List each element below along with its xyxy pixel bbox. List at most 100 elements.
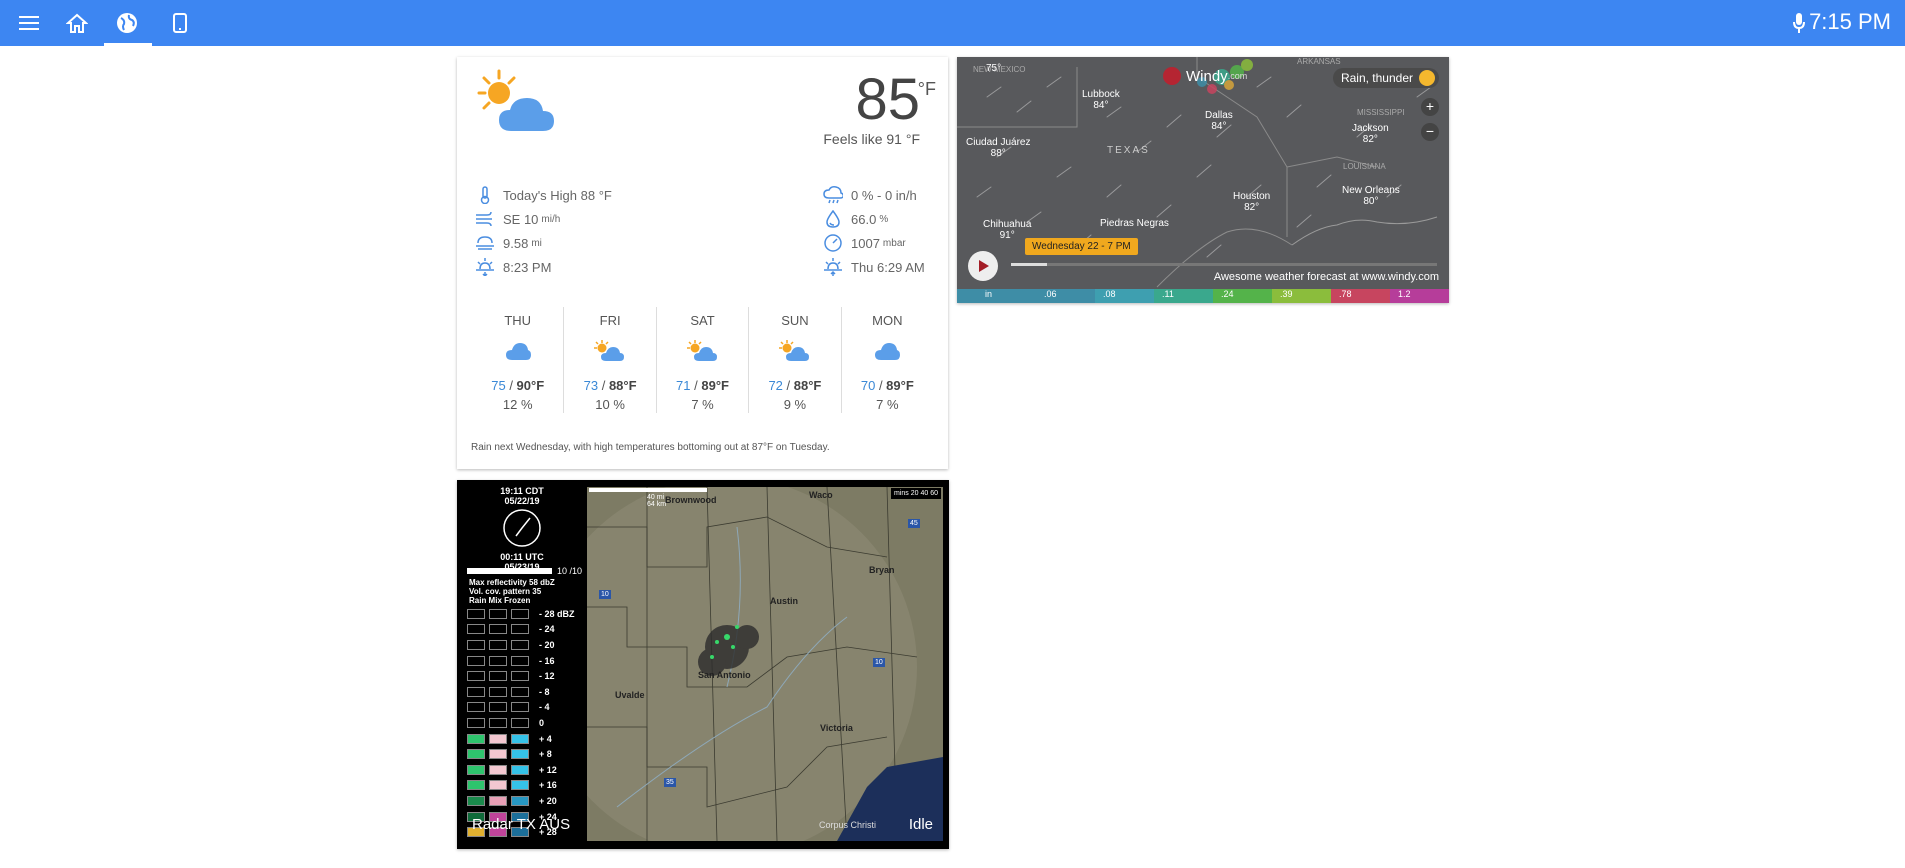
legend-label: - 28 dBZ bbox=[539, 608, 575, 619]
city-label: Bryan bbox=[869, 565, 895, 575]
zoom-in-button[interactable]: + bbox=[1421, 98, 1439, 116]
play-button[interactable] bbox=[968, 251, 998, 281]
city-label: Corpus Christi bbox=[819, 820, 877, 830]
city-label: Chihuahua 91° bbox=[983, 219, 1032, 241]
forecast-day: SAT 71 / 89°F 7 % bbox=[657, 307, 750, 413]
home-icon[interactable] bbox=[64, 10, 90, 36]
city-label: Brownwood bbox=[665, 495, 717, 505]
legend-row: + 20 bbox=[467, 793, 587, 809]
top-app-bar: 7:15 PM bbox=[0, 0, 1905, 46]
speed-scale: mins 20 40 60 bbox=[891, 488, 941, 499]
legend-swatch bbox=[511, 686, 529, 697]
distance-scale-bar bbox=[589, 488, 707, 492]
legend-label: - 16 bbox=[539, 655, 555, 666]
legend-swatch bbox=[467, 655, 485, 666]
legend-label: - 4 bbox=[539, 702, 550, 713]
menu-icon[interactable] bbox=[16, 10, 42, 36]
legend-row: + 16 bbox=[467, 778, 587, 794]
globe-icon[interactable] bbox=[114, 10, 140, 36]
legend-swatch bbox=[489, 608, 507, 619]
phone-icon[interactable] bbox=[167, 10, 193, 36]
radar-map[interactable]: 19:11 CDT 05/22/19 00:11 UTC 05/23/19 10 /… bbox=[457, 480, 949, 849]
windy-map[interactable]: Windy .com Rain, thunder + − TEXAS MISSIS… bbox=[957, 57, 1449, 303]
legend-label: 0 bbox=[539, 717, 545, 728]
legend-label: + 8 bbox=[539, 749, 552, 760]
layer-selector[interactable]: Rain, thunder bbox=[1332, 68, 1439, 88]
windy-logo-icon bbox=[1163, 67, 1181, 85]
legend-row: - 24 bbox=[467, 622, 587, 638]
precip-scale: in .06 .08 .11 .24 .39 .78 1.2 bbox=[957, 289, 1449, 303]
legend-swatch bbox=[489, 733, 507, 744]
legend-swatch bbox=[467, 795, 485, 806]
windy-logo[interactable]: Windy .com bbox=[1163, 67, 1247, 85]
legend-swatch bbox=[489, 780, 507, 791]
timeline-track[interactable] bbox=[1011, 263, 1437, 266]
city-label: Uvalde bbox=[615, 690, 645, 700]
timeline-label[interactable]: Wednesday 22 - 7 PM bbox=[1025, 238, 1138, 255]
city-label: Lubbock 84° bbox=[1082, 89, 1120, 111]
legend-label: - 12 bbox=[539, 671, 555, 682]
city-label: Jackson 82° bbox=[1352, 123, 1389, 145]
highway-shield: 10 bbox=[599, 590, 611, 599]
legend-swatch bbox=[467, 780, 485, 791]
legend-swatch bbox=[511, 764, 529, 775]
legend-swatch bbox=[467, 733, 485, 744]
legend-row: + 8 bbox=[467, 746, 587, 762]
pressure-icon bbox=[823, 233, 843, 253]
legend-row: - 12 bbox=[467, 668, 587, 684]
distance-scale: 40 mi 64 km bbox=[647, 494, 667, 508]
partly-sunny-icon bbox=[564, 334, 655, 368]
forecast-summary: Rain next Wednesday, with high temperatu… bbox=[471, 442, 830, 453]
legend-label: + 4 bbox=[539, 733, 552, 744]
city-label: Waco bbox=[809, 490, 833, 500]
city-label: Houston 82° bbox=[1233, 191, 1271, 213]
legend-swatch bbox=[511, 702, 529, 713]
legend-row: - 20 bbox=[467, 637, 587, 653]
legend-swatch bbox=[467, 717, 485, 728]
thermometer-icon bbox=[475, 185, 495, 205]
forecast-day: MON 70 / 89°F 7 % bbox=[842, 307, 933, 413]
active-tab-indicator bbox=[104, 43, 152, 46]
legend-label: - 20 bbox=[539, 639, 555, 650]
legend-swatch bbox=[489, 624, 507, 635]
legend-swatch bbox=[511, 749, 529, 760]
clock: 7:15 PM bbox=[1809, 9, 1891, 34]
legend-row: - 4 bbox=[467, 700, 587, 716]
city-label: Piedras Negras bbox=[1100, 218, 1169, 229]
wind-icon bbox=[475, 209, 495, 229]
city-label: New Orleans 80° bbox=[1342, 185, 1400, 207]
legend-swatch bbox=[467, 639, 485, 650]
precipitation-icon bbox=[823, 185, 843, 205]
sunset-time: 8:23 PM bbox=[475, 257, 551, 277]
zoom-out-button[interactable]: − bbox=[1421, 123, 1439, 141]
legend-swatch bbox=[511, 780, 529, 791]
legend-swatch bbox=[511, 639, 529, 650]
sunset-icon bbox=[475, 257, 495, 277]
radar-title[interactable]: Radar TX AUS bbox=[472, 816, 570, 833]
cloud-icon bbox=[472, 334, 563, 368]
legend-swatch bbox=[489, 717, 507, 728]
forecast-day: SUN 72 / 88°F 9 % bbox=[749, 307, 842, 413]
legend-swatch bbox=[467, 608, 485, 619]
legend-swatch bbox=[489, 686, 507, 697]
radar-terrain bbox=[587, 487, 943, 841]
city-label: Ciudad Juárez 88° bbox=[966, 137, 1031, 159]
city-label: San Antonio bbox=[698, 670, 751, 680]
legend-swatch bbox=[511, 733, 529, 744]
region-label: LOUISIANA bbox=[1343, 162, 1386, 171]
sunrise-time: Thu 6:29 AM bbox=[823, 257, 925, 277]
highway-shield: 45 bbox=[908, 519, 920, 528]
legend-swatch bbox=[511, 717, 529, 728]
timeline-progress bbox=[1011, 263, 1047, 266]
legend-label: - 8 bbox=[539, 686, 550, 697]
windy-attribution[interactable]: Awesome weather forecast at www.windy.co… bbox=[1214, 271, 1439, 283]
partly-sunny-icon bbox=[471, 65, 571, 144]
legend-swatch bbox=[489, 702, 507, 713]
precipitation: 0 % - 0 in/h bbox=[823, 185, 917, 205]
legend-swatch bbox=[467, 686, 485, 697]
legend-swatch bbox=[489, 671, 507, 682]
highway-shield: 10 bbox=[873, 658, 885, 667]
radar-meta: Max reflectivity 58 dbZ Vol. cov. pattern… bbox=[469, 578, 555, 605]
legend-row: 0 bbox=[467, 715, 587, 731]
legend-swatch bbox=[467, 624, 485, 635]
